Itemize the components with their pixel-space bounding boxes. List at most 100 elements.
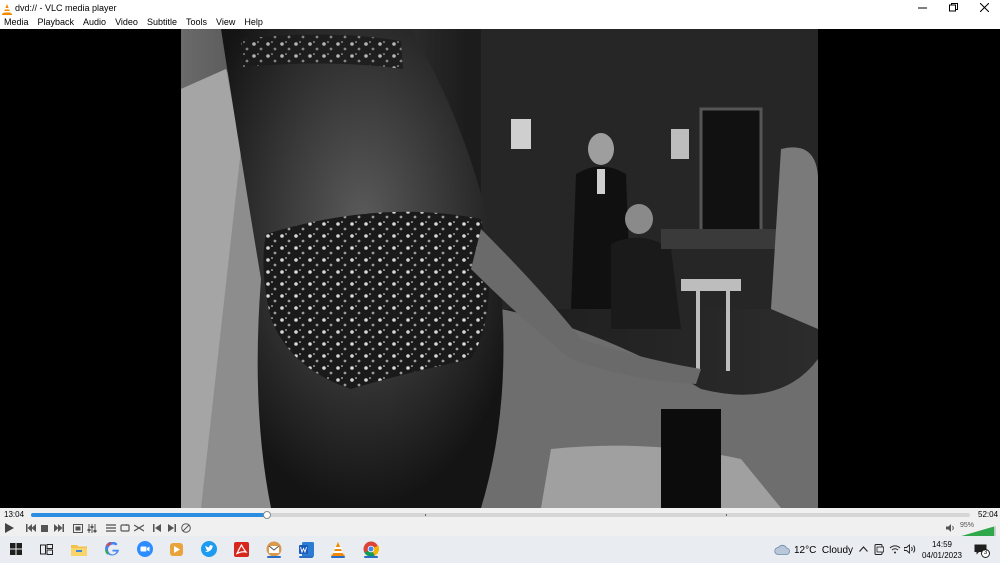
playlist-icon xyxy=(105,524,116,532)
title-bar: dvd:// - VLC media player xyxy=(0,0,1000,15)
video-frame[interactable] xyxy=(181,29,818,508)
network-button[interactable] xyxy=(889,543,901,555)
record-icon xyxy=(180,523,191,533)
play-icon xyxy=(5,523,14,533)
device-tray-button[interactable] xyxy=(873,543,885,555)
elapsed-time: 13:04 xyxy=(4,510,25,519)
vlc-button[interactable] xyxy=(328,539,348,559)
mail-button[interactable] xyxy=(264,539,284,559)
weather-button[interactable] xyxy=(773,543,791,555)
next-button[interactable] xyxy=(52,522,65,534)
vlc-icon xyxy=(331,541,345,557)
zoom-icon xyxy=(137,541,153,557)
frame-back-icon xyxy=(153,524,161,532)
playlist-button[interactable] xyxy=(104,522,117,534)
volume-icon xyxy=(904,544,916,554)
control-bar: 95% xyxy=(0,521,1000,537)
menu-video[interactable]: Video xyxy=(115,15,138,29)
cloud-icon xyxy=(773,544,790,555)
stop-button[interactable] xyxy=(38,522,51,534)
twitter-button[interactable] xyxy=(199,539,219,559)
taskbar: 12°C Cloudy 14:59 04/01/2023 3 xyxy=(0,536,1000,563)
next-icon xyxy=(53,524,64,532)
file-explorer-button[interactable] xyxy=(69,539,89,559)
wifi-icon xyxy=(889,545,901,554)
zoom-button[interactable] xyxy=(135,539,155,559)
menu-media[interactable]: Media xyxy=(4,15,29,29)
fullscreen-icon xyxy=(72,523,83,533)
chevron-up-icon xyxy=(858,546,868,552)
seek-progress xyxy=(31,513,267,517)
previous-button[interactable] xyxy=(24,522,37,534)
google-icon xyxy=(104,541,119,555)
menu-playback[interactable]: Playback xyxy=(38,15,75,29)
total-time: 52:04 xyxy=(978,510,999,519)
chapter-marker xyxy=(725,514,727,516)
acrobat-button[interactable] xyxy=(231,539,251,559)
extended-settings-button[interactable] xyxy=(85,522,98,534)
word-icon xyxy=(298,541,314,557)
mail-icon xyxy=(266,541,282,557)
chrome-button[interactable] xyxy=(361,539,381,559)
loop-button[interactable] xyxy=(118,522,131,534)
active-app-indicator xyxy=(364,556,378,558)
mute-button[interactable] xyxy=(944,522,957,534)
menu-view[interactable]: View xyxy=(216,15,235,29)
system-clock[interactable]: 14:59 04/01/2023 xyxy=(920,539,964,561)
minimize-icon xyxy=(918,7,927,9)
notification-count: 3 xyxy=(981,549,990,558)
previous-icon xyxy=(25,524,36,532)
shuffle-icon xyxy=(133,524,144,532)
menu-bar: Media Playback Audio Video Subtitle Tool… xyxy=(0,15,1000,29)
tablet-icon xyxy=(874,543,884,555)
seek-bar[interactable] xyxy=(31,511,970,519)
restore-button[interactable] xyxy=(938,0,969,15)
volume-tray-button[interactable] xyxy=(904,543,916,555)
word-button[interactable] xyxy=(296,539,316,559)
weather-summary[interactable]: 12°C Cloudy xyxy=(794,545,853,556)
vlc-cone-icon xyxy=(2,2,12,15)
window-title: dvd:// - VLC media player xyxy=(15,2,117,13)
notifications-button[interactable]: 3 xyxy=(972,542,990,558)
shuffle-button[interactable] xyxy=(132,522,145,534)
record-button[interactable] xyxy=(179,522,192,534)
acrobat-icon xyxy=(233,541,249,557)
frame-back-button[interactable] xyxy=(151,522,164,534)
video-area[interactable] xyxy=(0,29,1000,508)
stop-icon xyxy=(41,524,48,532)
loop-icon xyxy=(119,524,130,532)
start-icon xyxy=(10,543,22,555)
weather-temperature: 12°C xyxy=(794,545,817,556)
minimize-button[interactable] xyxy=(907,0,938,15)
close-icon xyxy=(980,3,989,12)
active-app-indicator xyxy=(299,556,313,558)
restore-icon xyxy=(949,3,958,12)
extended-settings-icon xyxy=(87,523,96,533)
menu-subtitle[interactable]: Subtitle xyxy=(147,15,177,29)
vlc-screen: dvd:// - VLC media player Media Playback… xyxy=(0,0,1000,563)
menu-help[interactable]: Help xyxy=(244,15,263,29)
speaker-icon xyxy=(946,524,954,532)
file-explorer-icon xyxy=(71,544,87,556)
media-icon xyxy=(169,542,183,556)
clock-time: 14:59 xyxy=(931,540,953,549)
start-button[interactable] xyxy=(6,539,26,559)
active-app-indicator xyxy=(267,556,281,558)
menu-audio[interactable]: Audio xyxy=(83,15,106,29)
close-button[interactable] xyxy=(969,0,1000,15)
fullscreen-button[interactable] xyxy=(71,522,84,534)
play-button[interactable] xyxy=(3,522,16,534)
media-app-button[interactable] xyxy=(166,539,186,559)
menu-tools[interactable]: Tools xyxy=(186,15,207,29)
volume-slider[interactable] xyxy=(958,524,996,537)
show-hidden-icons-button[interactable] xyxy=(857,543,869,555)
seek-row: 13:04 52:04 xyxy=(0,508,1000,521)
frame-forward-button[interactable] xyxy=(165,522,178,534)
task-view-button[interactable] xyxy=(36,539,56,559)
chapter-marker xyxy=(425,514,427,516)
task-view-icon xyxy=(39,543,53,555)
seek-handle[interactable] xyxy=(262,511,271,519)
active-app-indicator xyxy=(331,556,345,558)
frame-forward-icon xyxy=(168,524,176,532)
google-button[interactable] xyxy=(102,539,122,559)
